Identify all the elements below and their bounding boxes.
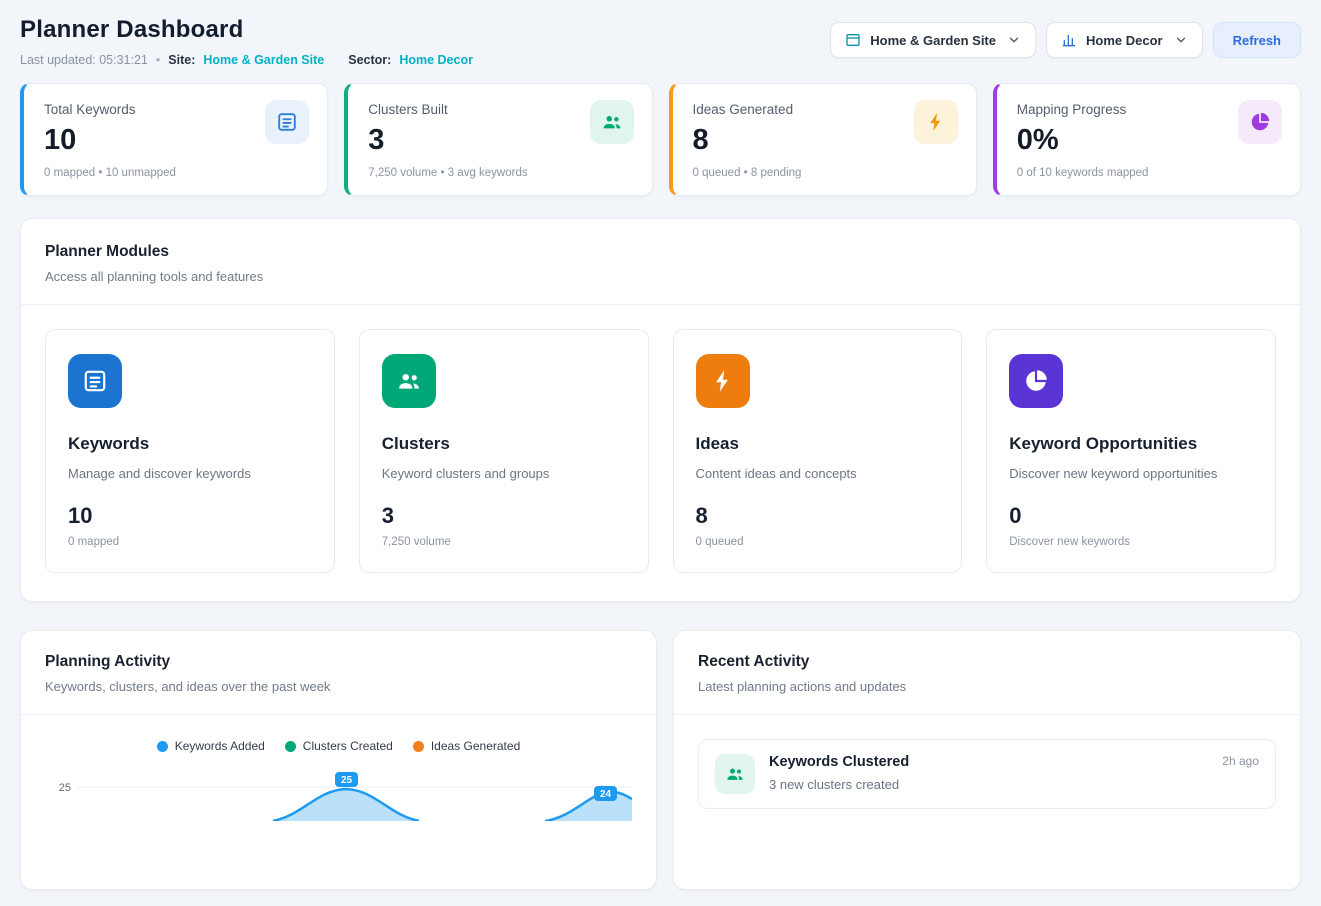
stat-card-ideas-generated: Ideas Generated 8 0 queued • 8 pending [669, 83, 977, 196]
modules-title: Planner Modules [45, 243, 1276, 261]
users-icon [590, 100, 634, 144]
legend-label: Keywords Added [175, 739, 265, 753]
stat-card-total-keywords: Total Keywords 10 0 mapped • 10 unmapped [20, 83, 328, 196]
bar-chart-icon [1061, 32, 1077, 48]
module-title: Ideas [696, 434, 940, 454]
module-value: 8 [696, 503, 940, 529]
bottom-row: Planning Activity Keywords, clusters, an… [20, 630, 1301, 890]
chevron-down-icon [1007, 33, 1021, 47]
recent-activity-card: Recent Activity Latest planning actions … [673, 630, 1301, 890]
meta-separator: • [156, 53, 160, 67]
legend-item-clusters-created: Clusters Created [285, 739, 393, 753]
stat-card-mapping-progress: Mapping Progress 0% 0 of 10 keywords map… [993, 83, 1301, 196]
chevron-down-icon [1174, 33, 1188, 47]
legend-item-keywords-added: Keywords Added [157, 739, 265, 753]
module-title: Clusters [382, 434, 626, 454]
planner-modules-section: Planner Modules Access all planning tool… [20, 218, 1301, 602]
header-controls: Home & Garden Site Home Decor Refresh [830, 22, 1301, 58]
module-sub: 0 queued [696, 536, 940, 548]
activity-item-title: Keywords Clustered [769, 754, 909, 770]
last-updated-text: Last updated: 05:31:21 [20, 53, 148, 67]
site-icon [845, 32, 861, 48]
module-title: Keywords [68, 434, 312, 454]
sector-select-label: Home Decor [1086, 33, 1163, 48]
refresh-button[interactable]: Refresh [1213, 22, 1301, 58]
module-value: 10 [68, 503, 312, 529]
module-title: Keyword Opportunities [1009, 434, 1253, 454]
legend-dot-orange [413, 741, 424, 752]
divider [21, 714, 656, 715]
module-value: 0 [1009, 503, 1253, 529]
page-title: Planner Dashboard [20, 16, 473, 44]
divider [674, 714, 1300, 715]
site-label: Site: [168, 53, 195, 67]
legend-label: Clusters Created [303, 739, 393, 753]
planning-activity-title: Planning Activity [45, 653, 632, 671]
y-axis-tick: 25 [59, 782, 71, 794]
legend-label: Ideas Generated [431, 739, 520, 753]
bolt-icon [696, 354, 750, 408]
module-description: Manage and discover keywords [68, 466, 312, 481]
pie-chart-icon [1009, 354, 1063, 408]
modules-grid: Keywords Manage and discover keywords 10… [45, 329, 1276, 573]
module-sub: 7,250 volume [382, 536, 626, 548]
document-icon [265, 100, 309, 144]
stat-sub: 7,250 volume • 3 avg keywords [368, 167, 631, 179]
module-description: Keyword clusters and groups [382, 466, 626, 481]
planning-activity-subtitle: Keywords, clusters, and ideas over the p… [45, 679, 632, 694]
planning-activity-chart: 25 25 24 [45, 761, 632, 821]
users-icon [715, 754, 755, 794]
sector-link[interactable]: Home Decor [399, 53, 473, 67]
module-tile-ideas[interactable]: Ideas Content ideas and concepts 8 0 que… [673, 329, 963, 573]
chart-legend: Keywords Added Clusters Created Ideas Ge… [45, 739, 632, 753]
legend-dot-blue [157, 741, 168, 752]
module-description: Discover new keyword opportunities [1009, 466, 1253, 481]
sector-label: Sector: [348, 53, 391, 67]
sector-select-dropdown[interactable]: Home Decor [1046, 22, 1203, 58]
data-label-value: 24 [600, 789, 612, 800]
planning-activity-card: Planning Activity Keywords, clusters, an… [20, 630, 657, 890]
stat-sub: 0 mapped • 10 unmapped [44, 167, 307, 179]
activity-item-body: Keywords Clustered 3 new clusters create… [769, 754, 909, 792]
pie-chart-icon [1238, 100, 1282, 144]
module-sub: Discover new keywords [1009, 536, 1253, 548]
activity-item-time: 2h ago [1222, 754, 1259, 768]
module-description: Content ideas and concepts [696, 466, 940, 481]
module-value: 3 [382, 503, 626, 529]
planner-dashboard-page: Planner Dashboard Last updated: 05:31:21… [0, 0, 1321, 906]
stat-card-clusters-built: Clusters Built 3 7,250 volume • 3 avg ke… [344, 83, 652, 196]
header-left: Planner Dashboard Last updated: 05:31:21… [20, 16, 473, 67]
recent-activity-title: Recent Activity [698, 653, 1276, 671]
site-link[interactable]: Home & Garden Site [203, 53, 324, 67]
activity-item-description: 3 new clusters created [769, 777, 909, 792]
recent-activity-subtitle: Latest planning actions and updates [698, 679, 1276, 694]
data-label-value: 25 [341, 775, 353, 786]
site-select-dropdown[interactable]: Home & Garden Site [830, 22, 1036, 58]
users-icon [382, 354, 436, 408]
stat-sub: 0 of 10 keywords mapped [1017, 167, 1280, 179]
stats-row: Total Keywords 10 0 mapped • 10 unmapped… [20, 83, 1301, 196]
module-tile-keywords[interactable]: Keywords Manage and discover keywords 10… [45, 329, 335, 573]
page-header: Planner Dashboard Last updated: 05:31:21… [20, 16, 1301, 67]
module-sub: 0 mapped [68, 536, 312, 548]
module-tile-clusters[interactable]: Clusters Keyword clusters and groups 3 7… [359, 329, 649, 573]
module-tile-keyword-opportunities[interactable]: Keyword Opportunities Discover new keywo… [986, 329, 1276, 573]
activity-item-keywords-clustered: Keywords Clustered 3 new clusters create… [698, 739, 1276, 809]
modules-subtitle: Access all planning tools and features [45, 269, 1276, 284]
document-icon [68, 354, 122, 408]
legend-item-ideas-generated: Ideas Generated [413, 739, 520, 753]
bolt-icon [914, 100, 958, 144]
divider [21, 304, 1300, 305]
site-select-label: Home & Garden Site [870, 33, 996, 48]
stat-sub: 0 queued • 8 pending [693, 167, 956, 179]
header-meta: Last updated: 05:31:21 • Site: Home & Ga… [20, 53, 473, 67]
legend-dot-green [285, 741, 296, 752]
